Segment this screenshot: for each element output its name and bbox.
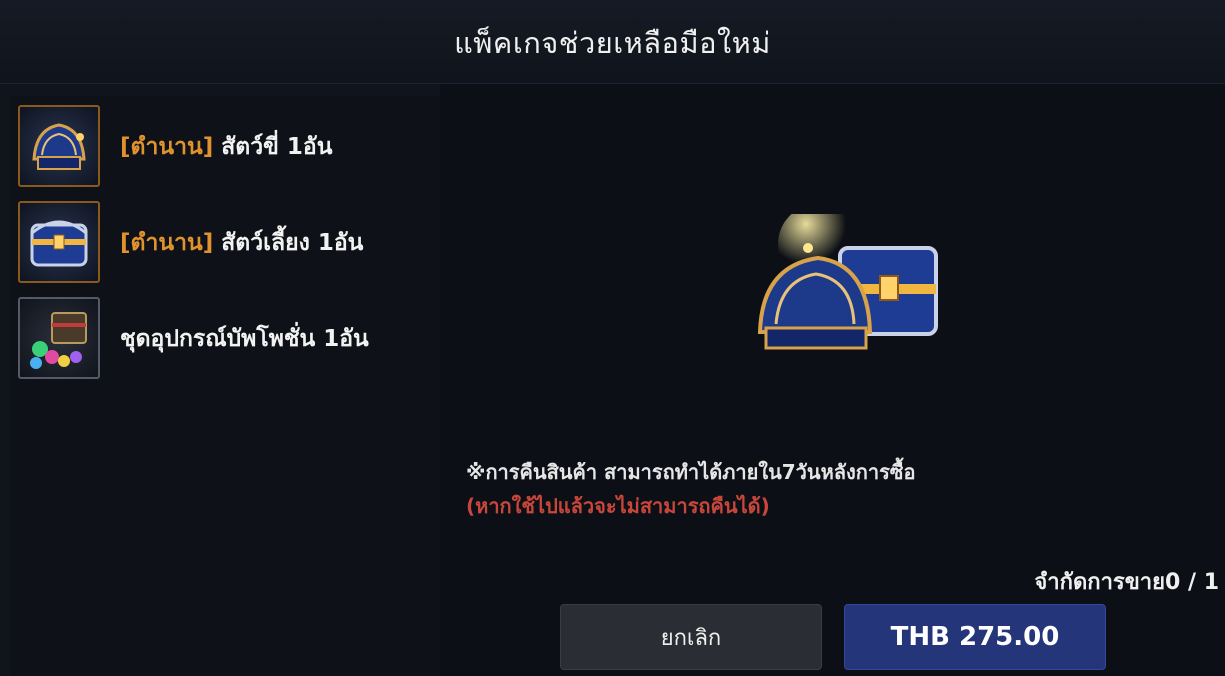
rarity-tag: [ตำนาน]: [120, 134, 214, 160]
refund-notice: ※การคืนสินค้า สามารถทำได้ภายใน7วันหลังกา…: [466, 460, 916, 484]
item-label: [ตำนาน] สัตว์เลี้ยง 1อัน: [120, 225, 363, 261]
refund-warning: (หากใช้ไปแล้วจะไม่สามารถคืนได้): [466, 494, 770, 518]
rarity-tag: [ตำนาน]: [120, 230, 214, 256]
potion-chest-icon: [18, 297, 100, 379]
purchase-limit: จำกัดการขาย0 / 1: [1034, 570, 1219, 595]
item-name: สัตว์ขี่ 1อัน: [213, 134, 333, 160]
list-item[interactable]: ชุดอุปกรณ์บัพโพชั่น 1อัน: [18, 297, 438, 381]
list-item[interactable]: [ตำนาน] สัตว์ขี่ 1อัน: [18, 105, 438, 189]
pet-chest-icon: [18, 201, 100, 283]
cancel-button[interactable]: ยกเลิก: [560, 604, 822, 670]
list-item[interactable]: [ตำนาน] สัตว์เลี้ยง 1อัน: [18, 201, 438, 285]
item-name: สัตว์เลี้ยง 1อัน: [213, 230, 364, 256]
detail-panel: ※การคืนสินค้า สามารถทำได้ภายใน7วันหลังกา…: [440, 84, 1225, 676]
item-label: [ตำนาน] สัตว์ขี่ 1อัน: [120, 129, 332, 165]
item-label: ชุดอุปกรณ์บัพโพชั่น 1อัน: [120, 326, 369, 352]
buy-button[interactable]: THB 275.00: [844, 604, 1106, 670]
bundle-chests-icon: [748, 204, 948, 364]
saddle-chest-icon: [18, 105, 100, 187]
modal-title: แพ็คเกจช่วยเหลือมือใหม่: [454, 26, 771, 60]
modal-header: แพ็คเกจช่วยเหลือมือใหม่: [0, 0, 1225, 84]
item-list-panel: [ตำนาน] สัตว์ขี่ 1อัน [ตำนาน] สัตว์เลี้ย…: [10, 96, 440, 676]
